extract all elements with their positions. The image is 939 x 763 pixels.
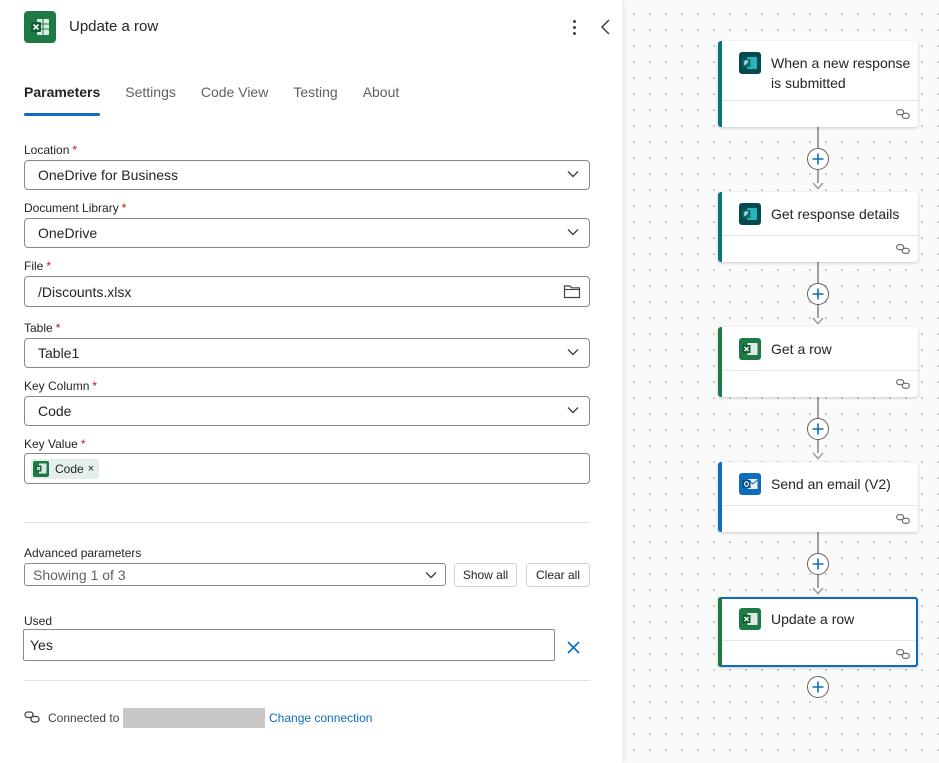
key-column-value: Code [38,403,72,419]
chevron-down-icon [567,407,579,414]
location-value: OneDrive for Business [38,167,179,183]
location-dropdown[interactable]: OneDrive for Business [24,160,590,190]
add-step-button[interactable] [807,283,829,305]
outlook-icon [739,473,761,495]
step-title: Update a row [771,611,855,627]
plus-icon [812,558,824,570]
more-options-icon[interactable] [564,14,584,40]
link-icon [896,379,910,389]
step-title: Get a row [771,341,832,357]
file-picker[interactable]: /Discounts.xlsx [24,276,590,307]
step-accent-bar [718,327,722,397]
flow-step-card[interactable]: Get a row [718,327,918,397]
step-accent-bar [718,41,722,127]
chevron-down-icon [425,572,437,579]
chevron-down-icon [567,171,579,178]
step-accent-bar [718,597,722,667]
add-step-button[interactable] [807,418,829,440]
link-icon [896,244,910,254]
divider [24,680,590,681]
dynamic-content-token[interactable]: Code × [31,458,100,479]
link-icon [24,711,40,723]
flow-step-card-selected[interactable]: Update a row [718,597,918,667]
table-label: Table * [24,321,61,335]
excel-icon [739,608,761,630]
arrow-down-icon [812,587,824,595]
arrow-down-icon [812,182,824,190]
tab-list: Parameters Settings Code View Testing Ab… [24,84,424,116]
excel-icon [33,460,49,477]
file-label: File * [24,259,52,273]
advanced-parameters-label: Advanced parameters [24,546,142,560]
used-input[interactable]: Yes [23,629,555,661]
add-step-button[interactable] [807,553,829,575]
plus-icon [812,681,824,693]
remove-token-icon[interactable]: × [88,463,94,475]
panel-header: Update a row [24,11,614,44]
advanced-parameters-dropdown[interactable]: Showing 1 of 3 [24,563,446,586]
flow-step-card[interactable]: Get response details [718,192,918,262]
card-divider [722,370,918,371]
link-icon [896,109,910,119]
key-column-label: Key Column * [24,379,98,393]
token-label: Code [55,461,84,476]
tab-settings[interactable]: Settings [125,84,176,116]
table-value: Table1 [38,345,80,361]
used-label: Used [24,614,53,628]
plus-icon [812,423,824,435]
clear-all-button[interactable]: Clear all [526,563,590,587]
flow-step-card[interactable]: When a new response is submitted [718,41,918,127]
used-value: Yes [30,637,53,653]
plus-icon [812,288,824,300]
step-accent-bar [718,192,722,262]
flow-canvas: When a new response is submitted Get res… [622,0,939,763]
divider [24,522,590,523]
show-all-button[interactable]: Show all [454,563,517,587]
advanced-parameters-value: Showing 1 of 3 [33,566,126,583]
plus-icon [812,153,824,165]
table-dropdown[interactable]: Table1 [24,338,590,368]
redacted-account [123,708,265,728]
forms-icon [739,52,761,74]
flow-step-card[interactable]: Send an email (V2) [718,462,918,532]
tab-testing[interactable]: Testing [293,84,337,116]
step-title: Send an email (V2) [771,476,891,492]
step-title: When a new response is submitted [771,55,911,91]
key-value-label: Key Value * [24,437,86,451]
link-icon [896,514,910,524]
tab-about[interactable]: About [363,84,400,116]
add-step-button[interactable] [807,676,829,698]
document-library-dropdown[interactable]: OneDrive [24,218,590,248]
link-icon [896,649,910,659]
excel-icon [24,11,56,43]
document-library-value: OneDrive [38,225,98,241]
folder-icon[interactable] [563,284,581,299]
tab-parameters[interactable]: Parameters [24,84,101,116]
arrow-down-icon [812,317,824,325]
forms-icon [739,203,761,225]
arrow-down-icon [812,452,824,460]
add-step-button[interactable] [807,148,829,170]
location-label: Location * [24,143,78,157]
card-divider [722,235,918,236]
key-value-input[interactable]: Code × [24,453,590,484]
chevron-down-icon [567,229,579,236]
panel-title: Update a row [69,18,159,35]
step-title: Get response details [771,206,900,222]
close-icon[interactable] [566,640,581,655]
change-connection-link[interactable]: Change connection [269,711,372,725]
document-library-label: Document Library * [24,201,127,215]
card-divider [722,100,918,101]
file-value: /Discounts.xlsx [38,283,132,300]
card-divider [722,505,918,506]
excel-icon [739,338,761,360]
action-details-panel: Update a row Parameters Settings Code Vi… [0,0,622,763]
card-divider [722,640,916,641]
connected-to-label: Connected to [48,711,120,725]
chevron-left-icon[interactable] [596,15,616,39]
tab-code-view[interactable]: Code View [201,84,268,116]
key-column-dropdown[interactable]: Code [24,396,590,426]
step-accent-bar [718,462,722,532]
chevron-down-icon [567,349,579,356]
